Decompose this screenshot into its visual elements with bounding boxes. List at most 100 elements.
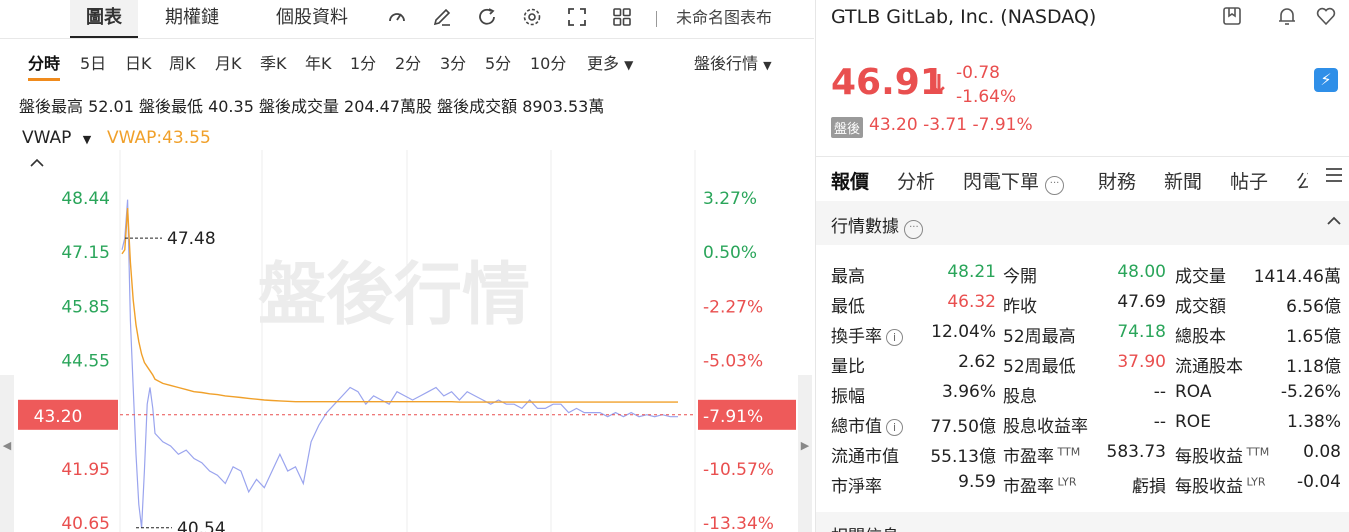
current-pct-label: -7.91% (703, 407, 763, 427)
metric-label: 市盈率 TTM (1003, 442, 1080, 467)
section-title-label: 行情數據 (831, 217, 899, 237)
price-change: -0.78 (956, 63, 1000, 83)
metric-label-text: 量比 (831, 357, 865, 377)
scroll-left-button[interactable]: ◀ (0, 375, 14, 532)
period-daily[interactable]: 日K (125, 50, 152, 74)
period-monthly[interactable]: 月K (215, 50, 242, 74)
period-1min[interactable]: 1分 (350, 50, 376, 74)
info-icon[interactable]: i (886, 419, 903, 436)
tab-options-chain[interactable]: 期權鏈 (165, 0, 219, 38)
related-info-header[interactable]: 相關信息 (816, 512, 1349, 532)
metric-label: 最低 (831, 292, 865, 317)
after-hours-quote: 43.20 -3.71 -7.91% (869, 115, 1033, 135)
metric-label-text: 最低 (831, 297, 865, 317)
quote-tabs: 報價 分析 閃電下單 ··· 財務 新聞 帖子 公 (816, 156, 1349, 204)
toolbar-divider (656, 11, 657, 27)
period-5d[interactable]: 5日 (80, 50, 106, 74)
draw-icon[interactable] (430, 6, 454, 30)
metric-value: 583.73 (1106, 442, 1166, 462)
period-3min[interactable]: 3分 (440, 50, 466, 74)
indicator-select[interactable]: VWAP ▼ (22, 128, 91, 148)
metric-value: 47.69 (1117, 292, 1166, 312)
layout-grid-icon[interactable] (610, 6, 634, 30)
chart-layout-name[interactable]: 未命名图表布 (676, 0, 772, 38)
y-axis-left: 48.44 47.15 45.85 44.55 41.95 40.65 (61, 189, 110, 532)
metric-label: 振幅 (831, 382, 865, 407)
y-tick-left: 45.85 (61, 297, 110, 317)
tab-stock-info[interactable]: 個股資料 (276, 0, 348, 38)
tab-financials[interactable]: 財務 (1098, 167, 1136, 194)
metric-value: 1.38% (1286, 412, 1341, 432)
period-2min[interactable]: 2分 (395, 50, 421, 74)
y-tick-left: 47.15 (61, 243, 110, 263)
metric-value: -5.26% (1280, 382, 1341, 402)
metric-value: 1.18億 (1286, 357, 1341, 377)
period-more[interactable]: 更多 ▼ (587, 50, 633, 74)
metric-value: -- (1153, 382, 1166, 402)
metric-label-text: 流通股本 (1175, 357, 1243, 377)
price-chart[interactable]: 盤後行情 48.44 47.15 45.85 44.55 41.95 40.65 3.27… (0, 150, 814, 532)
period-5min[interactable]: 5分 (485, 50, 511, 74)
bell-icon[interactable] (1275, 5, 1299, 29)
metric-label-text: 每股收益 (1175, 447, 1243, 467)
metric-value: 1414.46萬 (1253, 267, 1341, 287)
heart-add-icon[interactable] (1314, 5, 1338, 29)
chevron-up-icon[interactable] (1326, 213, 1342, 233)
metric-label-text: 總股本 (1175, 327, 1226, 347)
period-weekly[interactable]: 周K (169, 50, 196, 74)
metric-label: 最高 (831, 262, 865, 287)
metric-label-text: ROE (1175, 412, 1211, 432)
scroll-right-button[interactable]: ▶ (798, 375, 812, 532)
metric-label-text: ROA (1175, 382, 1212, 402)
tab-analysis[interactable]: 分析 (897, 167, 935, 194)
gauge-icon[interactable] (385, 6, 409, 30)
metric-value: 48.21 (947, 262, 996, 282)
session-select[interactable]: 盤後行情 ▼ (694, 50, 772, 74)
metric-value: 77.50億 (930, 417, 996, 437)
metric-value: 虧損 (1132, 477, 1166, 497)
fullscreen-icon[interactable] (565, 6, 589, 30)
metric-label: ROA (1175, 382, 1212, 402)
metric-label: 52周最高 (1003, 322, 1076, 347)
after-hours-stats: 盤後最高 52.01 盤後最低 40.35 盤後成交量 204.47萬股 盤後成… (19, 97, 605, 116)
related-info-title: 相關信息 (831, 522, 899, 532)
caret-down-icon: ▼ (82, 133, 92, 146)
gear-icon[interactable] (520, 6, 544, 30)
metric-label-text: 換手率 (831, 327, 882, 347)
metric-value: 2.62 (958, 352, 996, 372)
tab-flash-order[interactable]: 閃電下單 ··· (963, 167, 1065, 195)
info-icon[interactable]: i (886, 329, 903, 346)
metric-label: 今開 (1003, 262, 1037, 287)
metric-label-text: 市盈率 (1003, 447, 1054, 467)
tab-chart[interactable]: 圖表 (70, 0, 138, 38)
metric-label-text: 成交額 (1175, 297, 1226, 317)
metric-value: 48.00 (1117, 262, 1166, 282)
low-marker-label: 40.54 (177, 519, 226, 532)
tab-news[interactable]: 新聞 (1164, 167, 1202, 194)
watermark: 盤後行情 (258, 256, 530, 335)
metric-label-suffix: TTM (1054, 445, 1081, 459)
menu-icon[interactable] (1324, 165, 1344, 190)
metric-label: 成交量 (1175, 262, 1226, 287)
down-arrow-icon: ↓ (928, 70, 950, 100)
metric-label: 昨收 (1003, 292, 1037, 317)
metric-value: -0.04 (1297, 472, 1341, 492)
period-intraday[interactable]: 分時 (28, 50, 61, 81)
period-10min[interactable]: 10分 (530, 50, 566, 74)
bookmark-icon[interactable] (1220, 5, 1244, 29)
y-tick-left: 40.65 (61, 514, 110, 532)
tab-quote[interactable]: 報價 (831, 167, 870, 204)
tab-announcements[interactable]: 公 (1296, 167, 1308, 194)
metric-label-text: 52周最高 (1003, 327, 1076, 347)
period-yearly[interactable]: 年K (305, 50, 332, 74)
refresh-icon[interactable] (475, 6, 499, 30)
market-data-header[interactable]: 行情數據 ··· (816, 201, 1349, 245)
metric-label: 市盈率 LYR (1003, 472, 1077, 497)
lightning-icon[interactable]: ⚡ (1314, 68, 1338, 92)
metric-label-text: 每股收益 (1175, 477, 1243, 497)
metric-value: 74.18 (1117, 322, 1166, 342)
tab-posts[interactable]: 帖子 (1230, 167, 1268, 194)
period-quarterly[interactable]: 季K (260, 50, 287, 74)
y-tick-left: 41.95 (61, 460, 110, 480)
metric-label: 每股收益 TTM (1175, 442, 1269, 467)
